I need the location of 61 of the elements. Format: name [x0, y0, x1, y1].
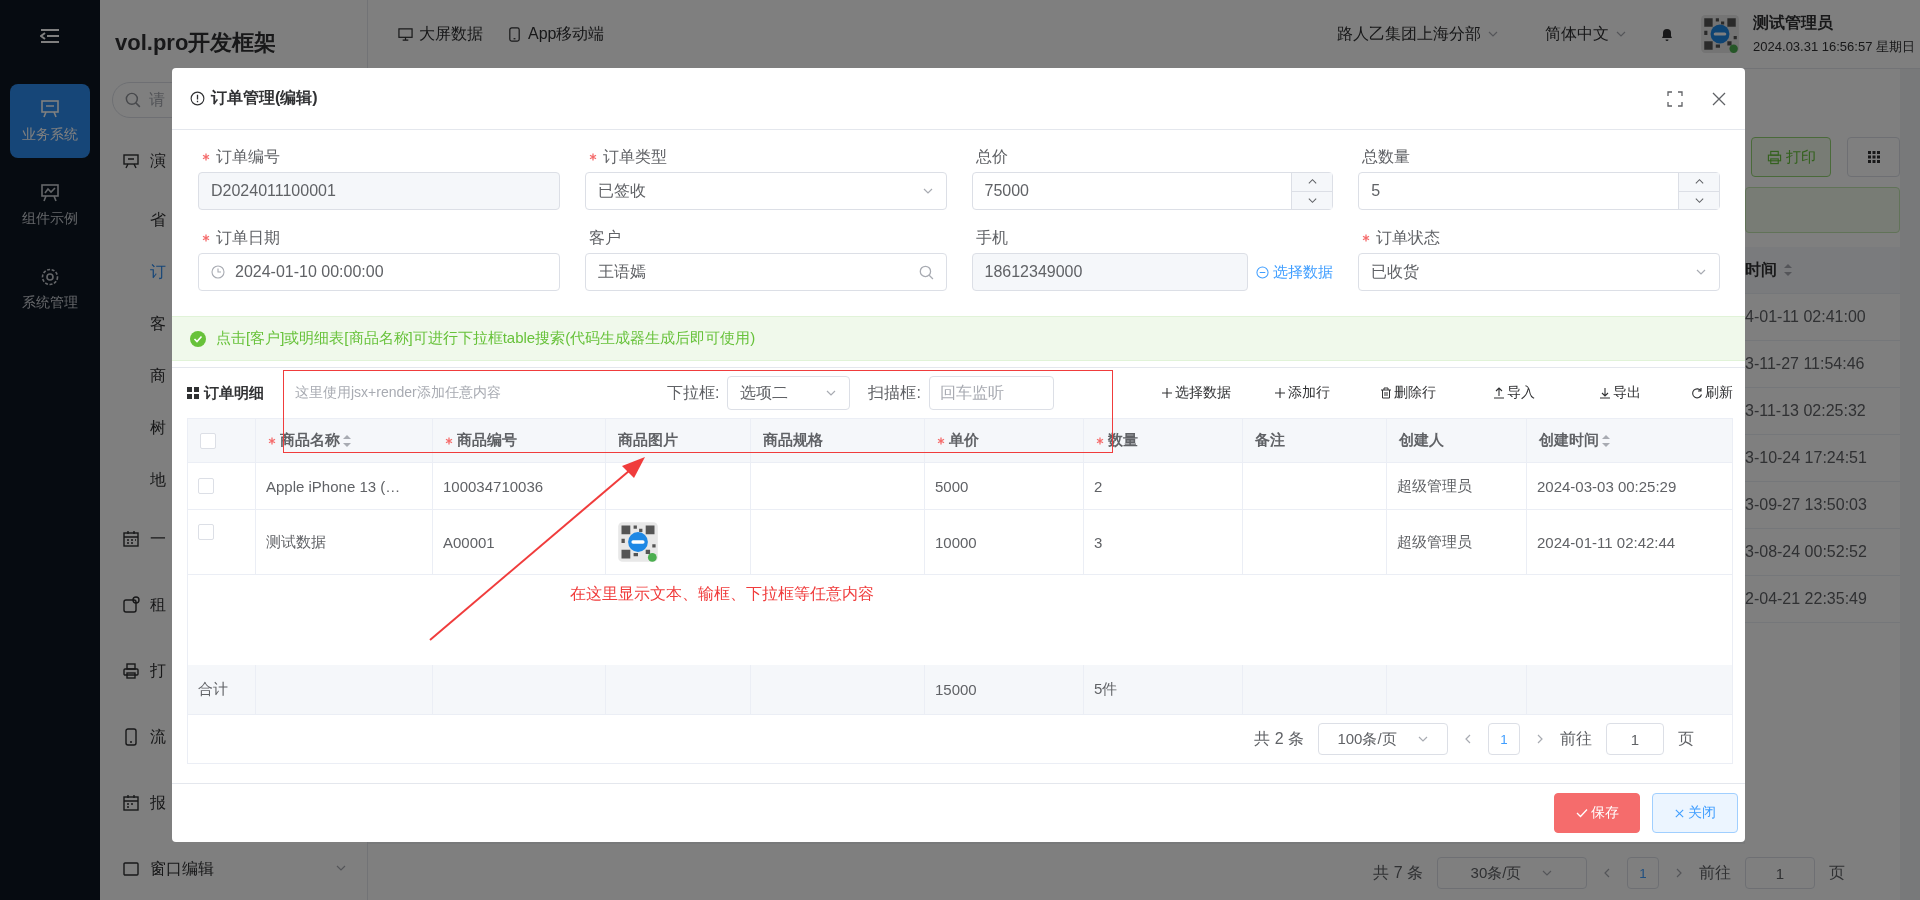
table-cell: Apple iPhone 13 (… — [266, 477, 401, 495]
menu-group-label: 窗口编辑 — [150, 858, 214, 879]
goto-label: 前往 — [1560, 728, 1592, 749]
column-header: 备注 — [1255, 431, 1285, 450]
menu-group-label: 一 — [150, 528, 166, 549]
column-header: 创建人 — [1399, 431, 1444, 450]
table-cell: 2-04-21 22:35:49 — [1745, 590, 1867, 608]
table-cell: 3-11-27 11:54:46 — [1745, 355, 1865, 373]
menu-group-label: 报 — [150, 792, 166, 813]
menu-group-label: 演 — [150, 150, 166, 171]
table-cell: 3 — [1094, 533, 1103, 551]
summary-label: 合计 — [198, 680, 228, 699]
field-label: 手机 — [975, 227, 1008, 248]
field-label: 订单类型 — [602, 146, 667, 167]
table-cell: 5件 — [1094, 680, 1118, 699]
total-count: 共 2 条 — [1254, 728, 1304, 749]
hint-text: 这里使用jsx+render添加任意内容 — [295, 384, 502, 402]
table-cell: 超级管理员 — [1397, 476, 1472, 496]
column-header: 创建时间 — [1539, 431, 1599, 450]
table-cell: A00001 — [443, 533, 495, 551]
menu-group-label: 租 — [150, 594, 166, 615]
field-label: 订单编号 — [216, 146, 280, 167]
page-suffix: 页 — [1678, 728, 1694, 749]
field-label: 总数量 — [1362, 146, 1411, 167]
table-cell: 超级管理员 — [1397, 532, 1472, 552]
user-name: 测试管理员 — [1753, 12, 1835, 33]
table-cell: 4-01-11 02:41:00 — [1745, 308, 1866, 326]
column-header: 时间 — [1745, 259, 1777, 280]
section-title: 订单明细 — [204, 383, 264, 403]
menu-group-label: 流 — [150, 726, 166, 747]
table-cell: 3-11-13 02:25:32 — [1745, 402, 1866, 420]
field-label: 订单状态 — [1376, 227, 1441, 248]
table-cell: 测试数据 — [266, 532, 326, 552]
table-cell: 3-08-24 00:52:52 — [1745, 543, 1867, 561]
select-label: 下拉框: — [667, 382, 720, 403]
table-cell: 15000 — [935, 681, 977, 698]
table-cell: 3-10-24 17:24:51 — [1745, 449, 1867, 467]
page-suffix: 页 — [1829, 862, 1845, 883]
field-label: 订单日期 — [216, 227, 280, 248]
menu-group-label: 打 — [150, 660, 166, 681]
column-header: 商品规格 — [763, 431, 823, 450]
alert-text: 点击[客户]或明细表[商品名称]可进行下拉框table搜索(代码生成器生成后即可使用) — [216, 329, 756, 348]
field-label: 客户 — [588, 227, 621, 248]
field-label: 总价 — [975, 146, 1008, 167]
total-count: 共 7 条 — [1373, 862, 1423, 883]
table-cell: 2024-03-03 00:25:29 — [1537, 477, 1677, 495]
scan-label: 扫描框: — [868, 382, 921, 403]
table-cell: 2024-01-11 02:42:44 — [1537, 533, 1676, 551]
date-time: 2024.03.31 16:56:57 星期日 — [1753, 37, 1915, 56]
goto-label: 前往 — [1699, 862, 1731, 883]
column-header: 商品编号 — [457, 431, 517, 450]
dialog-title: 订单管理(编辑) — [211, 88, 318, 108]
column-header: 单价 — [949, 431, 979, 450]
column-header: 商品图片 — [618, 431, 678, 450]
table-cell: 100034710036 — [443, 477, 544, 495]
table-cell: 10000 — [935, 533, 977, 551]
app-title: vol.pro开发框架 — [114, 29, 278, 57]
table-cell: 2 — [1094, 477, 1103, 495]
annotation-text: 在这里显示文本、输框、下拉框等任意内容 — [570, 584, 874, 604]
table-cell: 3-09-27 13:50:03 — [1745, 496, 1867, 514]
table-cell: 5000 — [935, 477, 969, 495]
